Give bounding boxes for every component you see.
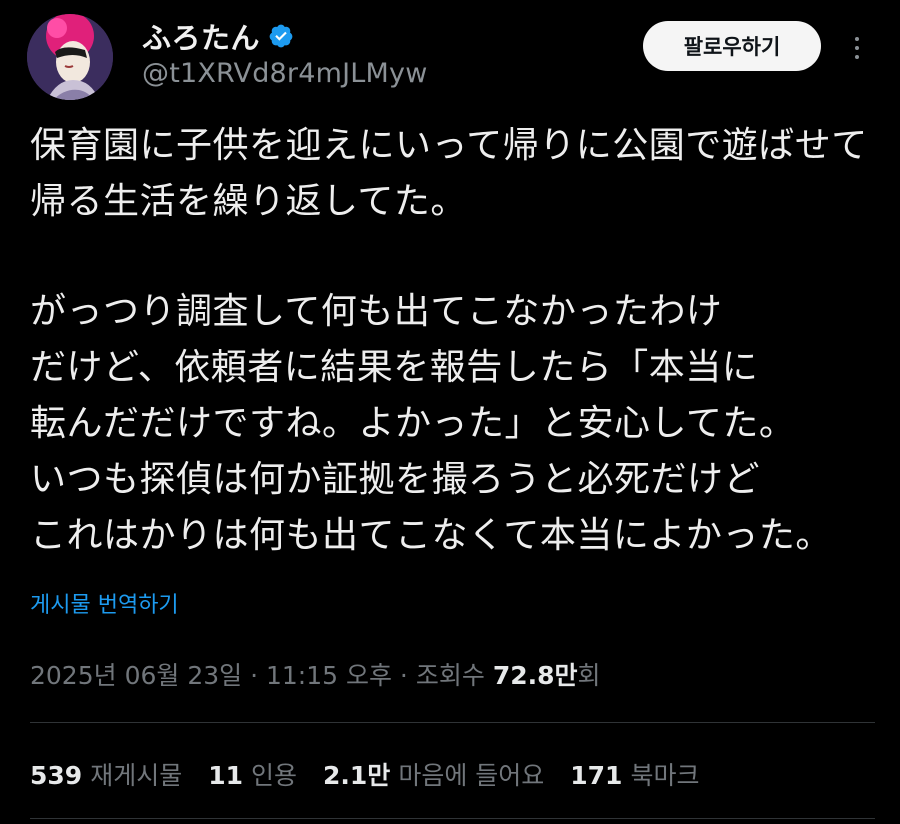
tweet-header: ふろたん @t1XRVd8r4mJLMyw 팔로우하기 (0, 0, 900, 110)
likes-stat[interactable]: 2.1만 마음에 들어요 (323, 756, 544, 792)
divider (30, 818, 875, 819)
tweet-line: だけど、依頼者に結果を報告したら「本当に (30, 347, 759, 388)
more-options-icon[interactable] (844, 28, 870, 68)
more-dot (855, 37, 859, 41)
translate-post-link[interactable]: 게시물 번역하기 (30, 587, 179, 619)
views-suffix: 회 (577, 661, 601, 690)
more-dot (855, 46, 859, 50)
more-dot (855, 55, 859, 59)
divider (30, 722, 875, 723)
views-count: 72.8만 (492, 661, 578, 690)
engagement-stats: 539 재게시물 11 인용 2.1만 마음에 들어요 171 북마크 (30, 756, 725, 792)
quotes-stat[interactable]: 11 인용 (208, 756, 297, 792)
timestamp[interactable]: 2025년 06월 23일 · 11:15 오후 · 조회수 (30, 656, 485, 692)
author-name-row[interactable]: ふろたん (142, 16, 294, 56)
tweet-line: 保育園に子供を迎えにいって帰りに公園で遊ばせて (30, 125, 868, 166)
likes-count: 2.1만 (323, 761, 391, 790)
quotes-count: 11 (208, 761, 243, 790)
verified-badge-icon (269, 24, 293, 48)
tweet-meta: 2025년 06월 23일 · 11:15 오후 · 조회수 72.8만 회 (30, 656, 601, 692)
tweet-text: 保育園に子供を迎えにいって帰りに公園で遊ばせて 帰る生活を繰り返してた。 がっつ… (30, 118, 870, 564)
reposts-label: 재게시물 (90, 761, 183, 790)
reposts-stat[interactable]: 539 재게시물 (30, 756, 182, 792)
bookmarks-label: 북마크 (630, 761, 700, 790)
follow-button[interactable]: 팔로우하기 (643, 21, 821, 71)
avatar[interactable] (27, 14, 113, 100)
reposts-count: 539 (30, 761, 83, 790)
portrait-avatar-icon (27, 14, 113, 100)
bookmarks-stat[interactable]: 171 북마크 (570, 756, 699, 792)
author-display-name[interactable]: ふろたん (142, 15, 260, 57)
likes-label: 마음에 들어요 (398, 761, 545, 790)
tweet-line: 帰る生活を繰り返してた。 (30, 181, 467, 222)
tweet-line: いつも探偵は何か証拠を撮ろうと必死だけど (30, 459, 761, 500)
tweet-line: 転んだだけですね。よかった」と安心してた。 (30, 403, 796, 444)
bookmarks-count: 171 (570, 761, 623, 790)
tweet-line: がっつり調査して何も出てこなかったわけ (30, 291, 723, 332)
tweet-line: これはかりは何も出てこなくて本当によかった。 (30, 515, 832, 556)
author-handle[interactable]: @t1XRVd8r4mJLMyw (142, 58, 427, 89)
quotes-label: 인용 (251, 761, 298, 790)
